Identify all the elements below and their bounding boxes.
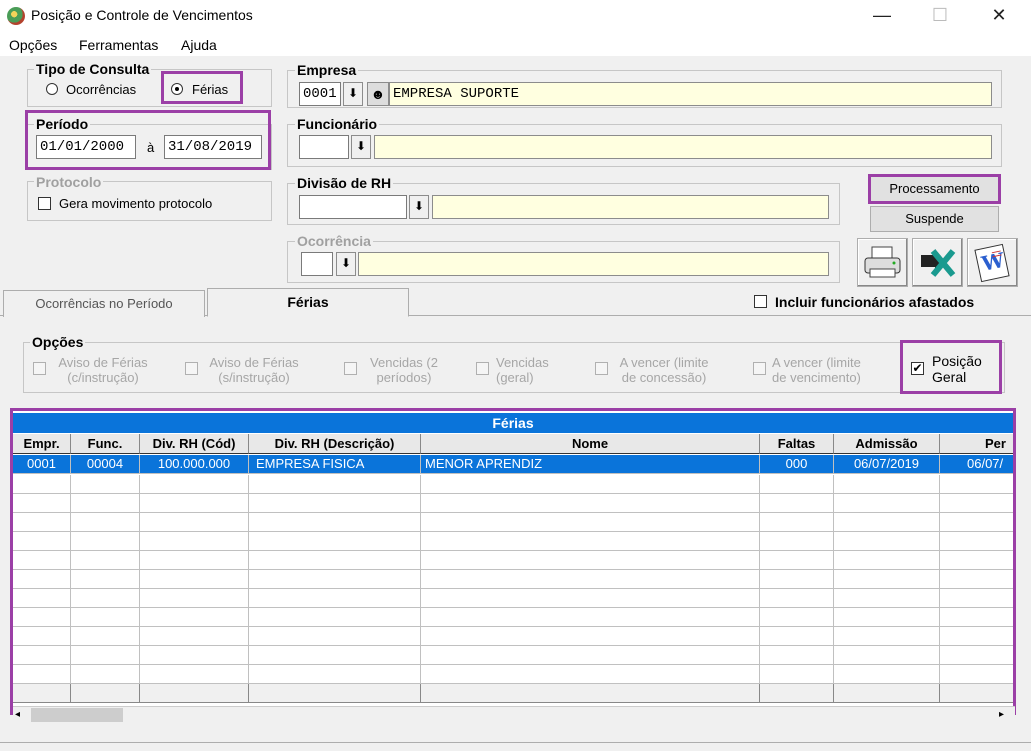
gera-protocolo-label: Gera movimento protocolo (59, 196, 213, 211)
scroll-thumb[interactable] (31, 708, 123, 722)
word-icon: W (974, 243, 1010, 283)
opt-vencer-concessao-checkbox[interactable] (595, 362, 608, 375)
horizontal-scrollbar[interactable]: ◂ ▸ (13, 706, 1015, 724)
window-title: Posição e Controle de Vencimentos (31, 7, 253, 23)
divisao-dropdown-button[interactable]: ⬇ (409, 195, 429, 219)
opt-vencer-concessao-label: A vencer (limite de concessão) (619, 355, 709, 385)
highlight-periodo (25, 110, 271, 170)
funcionario-name-field (374, 135, 992, 159)
divisao-name-field (432, 195, 829, 219)
opt-vencidas-geral-checkbox[interactable] (476, 362, 489, 375)
menu-opcoes[interactable]: Opções (9, 37, 57, 53)
opt-aviso-c-checkbox[interactable] (33, 362, 46, 375)
opt-vencer-vencimento-checkbox[interactable] (753, 362, 766, 375)
opt-aviso-c-label: Aviso de Férias (c/instrução) (58, 355, 148, 385)
opt-vencidas-2-label: Vencidas (2 períodos) (370, 355, 438, 385)
close-button[interactable]: ✕ (976, 0, 1022, 33)
divisao-code-input[interactable] (299, 195, 407, 219)
ocorrencia-legend: Ocorrência (295, 233, 373, 249)
opt-aviso-s-checkbox[interactable] (185, 362, 198, 375)
maximize-button[interactable]: ☐ (917, 0, 963, 33)
opt-vencidas-2-checkbox[interactable] (344, 362, 357, 375)
highlight-processamento (868, 174, 1001, 204)
empresa-name-field: EMPRESA SUPORTE (389, 82, 992, 106)
radio-ocorrencias[interactable] (46, 83, 58, 95)
gera-protocolo-checkbox[interactable] (38, 197, 51, 210)
opt-aviso-s-label: Aviso de Férias (s/instrução) (209, 355, 299, 385)
ocorrencia-code-input[interactable] (301, 252, 333, 276)
funcionario-code-input[interactable] (299, 135, 349, 159)
highlight-posicao-geral (900, 340, 1002, 394)
empresa-code-input[interactable]: 0001 (299, 82, 341, 106)
divisao-legend: Divisão de RH (295, 175, 394, 191)
opcoes-legend: Opções (30, 334, 86, 350)
bottom-border (0, 742, 1031, 743)
tab-ocorrencias-periodo[interactable]: Ocorrências no Período (3, 290, 205, 317)
opt-vencidas-geral-label: Vencidas (geral) (496, 355, 549, 385)
suspende-button[interactable]: Suspende (870, 206, 999, 232)
app-icon (7, 7, 25, 25)
funcionario-legend: Funcionário (295, 116, 380, 132)
highlight-grid (10, 408, 1016, 715)
highlight-ferias (161, 71, 243, 104)
scroll-right-icon[interactable]: ▸ (999, 709, 1004, 720)
protocolo-legend: Protocolo (34, 174, 104, 190)
empresa-legend: Empresa (295, 62, 359, 78)
printer-icon (864, 246, 901, 278)
menu-ajuda[interactable]: Ajuda (181, 37, 217, 53)
minimize-button[interactable]: — (859, 0, 905, 33)
tab-ferias[interactable]: Férias (207, 288, 409, 317)
excel-export-button[interactable] (912, 238, 963, 287)
incluir-afastados-label: Incluir funcionários afastados (775, 294, 975, 310)
empresa-dropdown-button[interactable]: ⬇ (343, 82, 363, 106)
scroll-left-icon[interactable]: ◂ (15, 709, 20, 720)
opt-vencer-vencimento-label: A vencer (limite de vencimento) (772, 355, 861, 385)
ocorrencia-dropdown-button[interactable]: ⬇ (336, 252, 356, 276)
incluir-afastados-checkbox[interactable] (754, 295, 767, 308)
funcionario-dropdown-button[interactable]: ⬇ (351, 135, 371, 159)
ocorrencia-name-field (358, 252, 829, 276)
word-export-button[interactable]: W (967, 238, 1018, 287)
excel-icon (921, 249, 956, 277)
print-button[interactable] (857, 238, 908, 287)
tipo-consulta-legend: Tipo de Consulta (34, 61, 152, 77)
person-icon[interactable]: ☻ (367, 82, 389, 106)
menu-ferramentas[interactable]: Ferramentas (79, 37, 158, 53)
radio-ocorrencias-label: Ocorrências (66, 82, 137, 97)
